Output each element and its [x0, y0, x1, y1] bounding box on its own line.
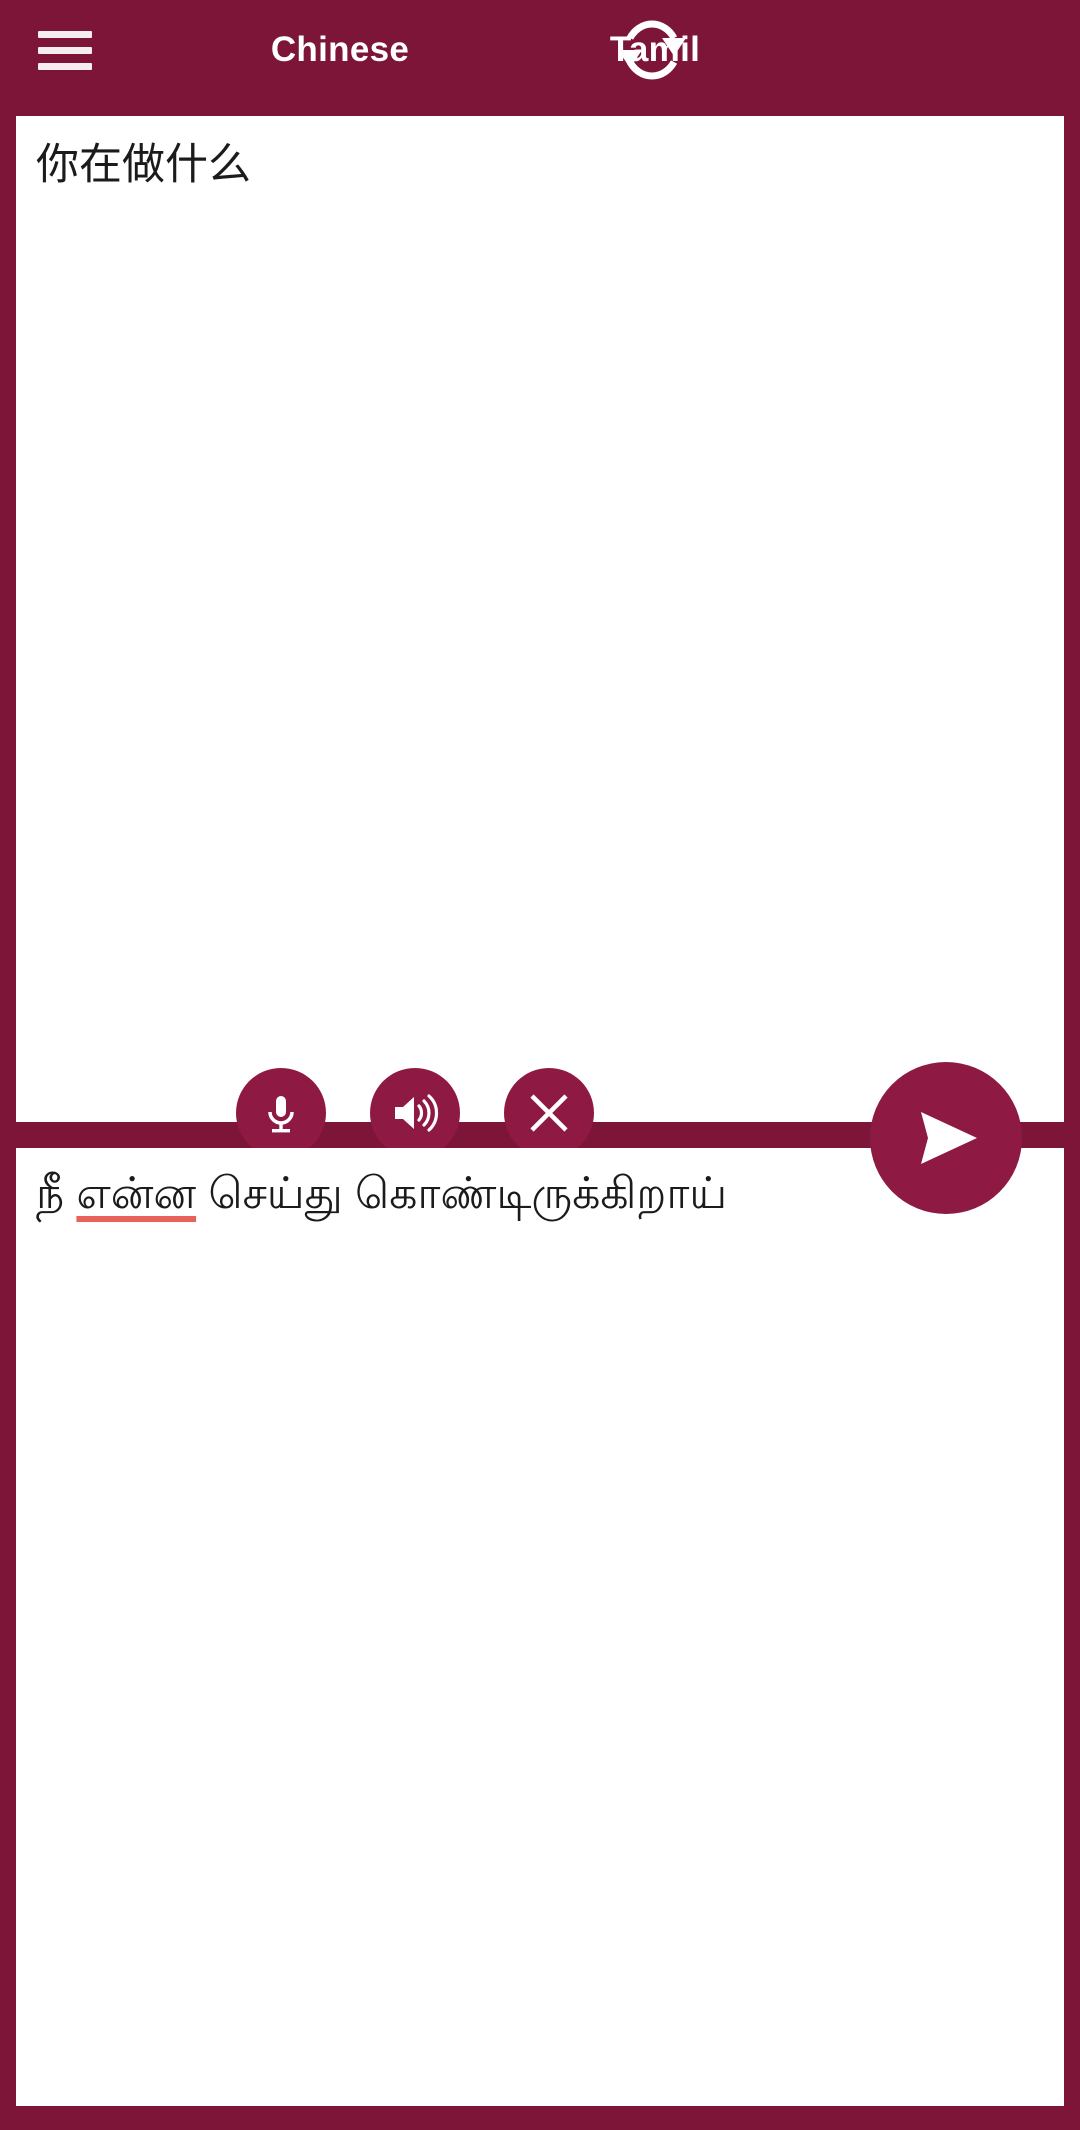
close-icon — [526, 1090, 572, 1136]
send-button[interactable] — [870, 1062, 1022, 1214]
source-action-row — [236, 1068, 594, 1158]
speak-source-button[interactable] — [370, 1068, 460, 1158]
source-text-input[interactable]: 你在做什么 — [36, 138, 1044, 192]
microphone-icon — [257, 1089, 305, 1137]
menu-bar-3 — [38, 62, 92, 70]
menu-bar-1 — [38, 30, 92, 38]
translation-panel[interactable]: நீ என்ன செய்து கொண்டிருக்கிறாய் — [16, 1148, 1064, 2106]
hamburger-menu-icon[interactable] — [34, 22, 96, 78]
translated-text-prefix: நீ — [36, 1169, 77, 1218]
clear-text-button[interactable] — [504, 1068, 594, 1158]
send-icon — [903, 1095, 989, 1181]
menu-bar-2 — [38, 46, 92, 54]
microphone-button[interactable] — [236, 1068, 326, 1158]
speaker-icon — [390, 1089, 440, 1137]
translated-text-suffix: செய்து கொண்டிருக்கிறாய் — [196, 1169, 728, 1218]
translated-text-flagged-word: என்ன — [76, 1169, 197, 1218]
app-bar: Chinese Tamil — [0, 0, 1080, 100]
target-language-selector[interactable]: Tamil — [555, 30, 755, 70]
source-text-panel[interactable]: 你在做什么 — [16, 116, 1064, 1158]
source-language-selector[interactable]: Chinese — [240, 30, 440, 70]
